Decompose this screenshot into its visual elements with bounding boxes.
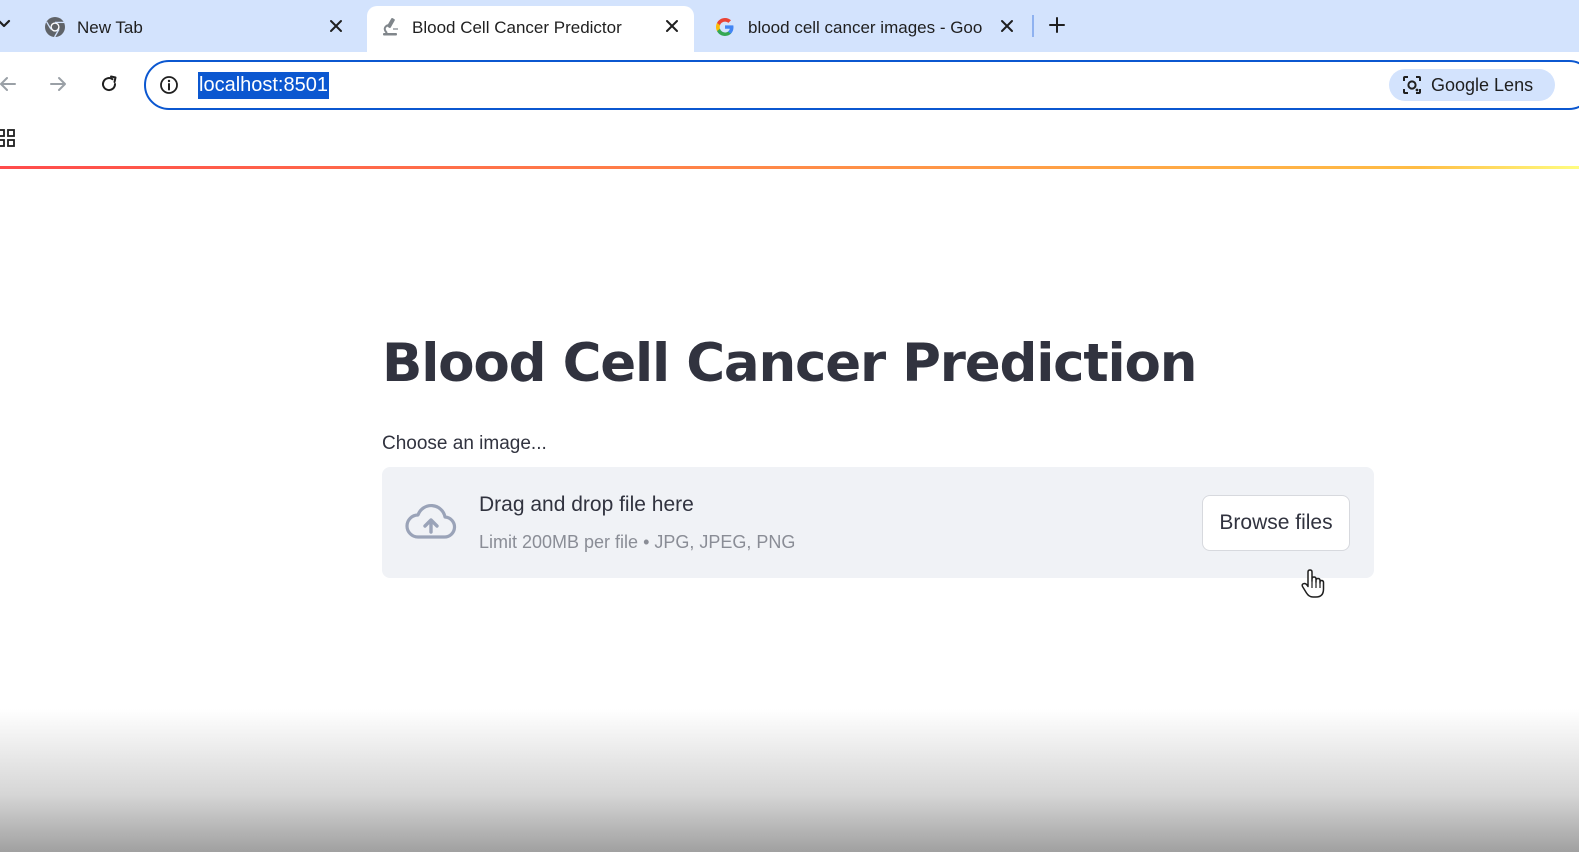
tab-separator [1032,15,1034,37]
site-info-icon[interactable] [158,74,180,96]
tab-title: New Tab [77,18,143,37]
back-arrow-icon[interactable] [0,72,20,96]
address-url[interactable]: localhost:8501 [198,72,329,99]
file-dropzone[interactable]: Drag and drop file here Limit 200MB per … [382,467,1374,578]
tab-search-chevron-icon[interactable] [0,12,14,36]
close-icon[interactable] [325,15,347,37]
dropzone-instructions: Drag and drop file here [479,493,694,516]
reload-icon[interactable] [97,72,121,96]
microscope-icon [379,16,401,38]
hand-cursor-icon [1300,568,1326,600]
address-bar[interactable]: localhost:8501 Google Lens [144,60,1579,110]
tab-title: Blood Cell Cancer Predictor [412,18,622,37]
new-tab-plus-icon[interactable] [1045,13,1069,37]
dropzone-file-limits: Limit 200MB per file • JPG, JPEG, PNG [479,532,796,552]
tab-strip: New Tab Blood Cell Cancer Predictor bloo… [0,0,1579,52]
apps-grid-icon[interactable] [0,128,16,148]
google-lens-label: Google Lens [1431,75,1534,95]
uploader-label: Choose an image... [382,433,547,454]
tab-blood-cell-cancer-predictor[interactable]: Blood Cell Cancer Predictor [367,6,694,52]
browser-toolbar: localhost:8501 Google Lens [0,52,1579,118]
close-icon[interactable] [661,15,683,37]
bottom-shadow-overlay [0,709,1579,852]
camera-lens-icon [1402,75,1422,95]
google-g-icon [714,16,736,38]
tab-google-search[interactable]: blood cell cancer images - Goo [702,6,1028,52]
browser-window: New Tab Blood Cell Cancer Predictor bloo… [0,0,1579,852]
cloud-upload-icon [404,503,458,543]
browse-files-button[interactable]: Browse files [1202,495,1350,551]
app-main: Blood Cell Cancer Prediction Choose an i… [0,169,1579,852]
page-title: Blood Cell Cancer Prediction [382,333,1197,394]
chrome-icon [44,16,66,38]
tab-new-tab[interactable]: New Tab [32,6,366,52]
tab-title: blood cell cancer images - Goo [748,18,983,37]
close-icon[interactable] [996,15,1018,37]
google-lens-button[interactable]: Google Lens [1389,69,1555,101]
forward-arrow-icon[interactable] [46,72,70,96]
bookmarks-bar [0,118,1579,166]
